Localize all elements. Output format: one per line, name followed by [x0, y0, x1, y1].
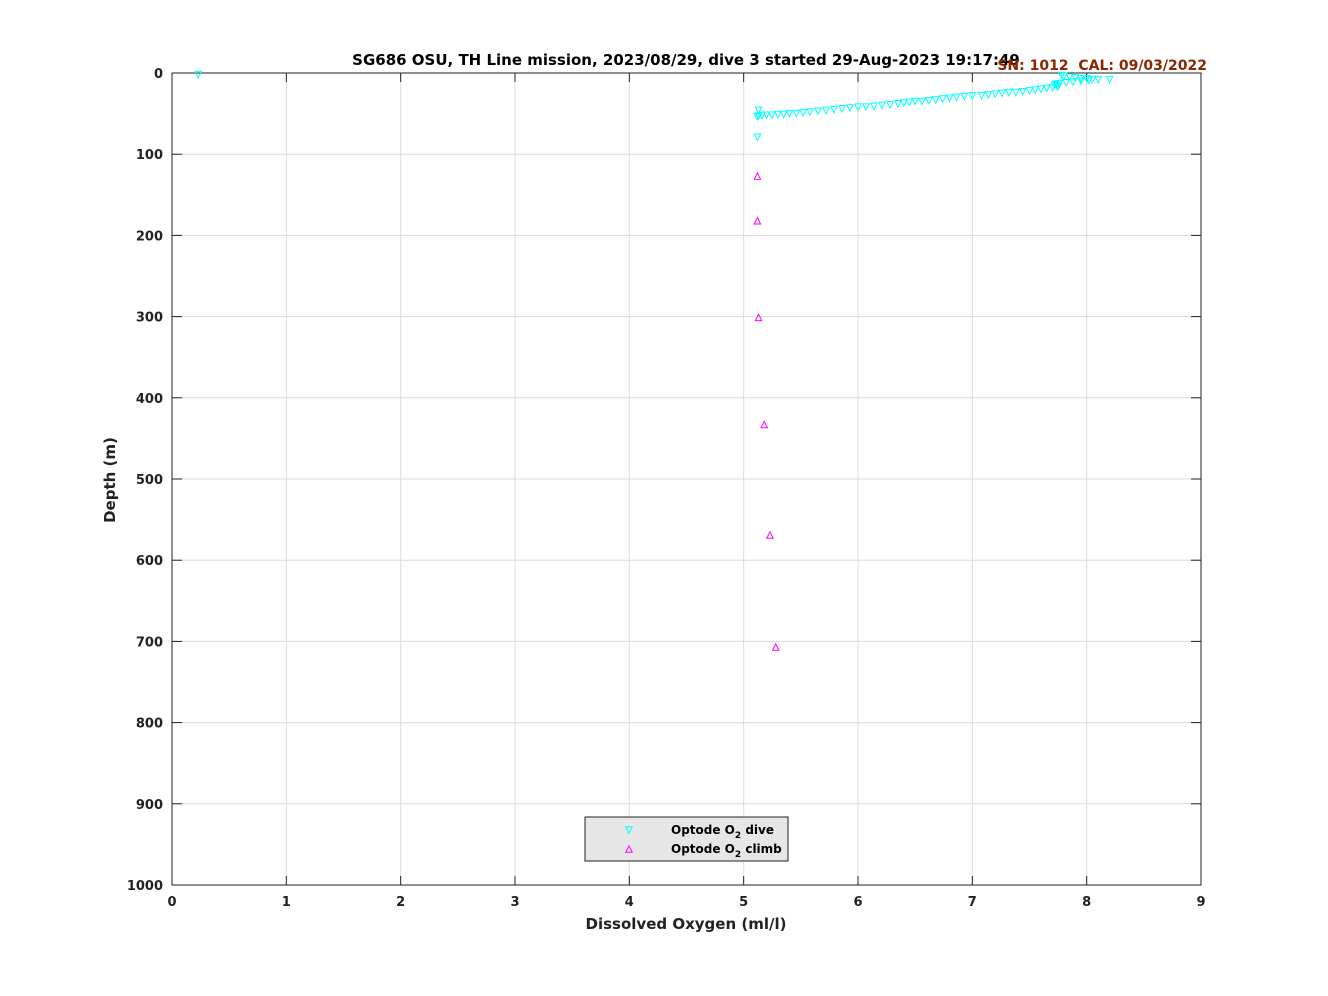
dive-data-point: [938, 95, 947, 104]
y-tick-label: 1000: [127, 879, 163, 894]
dive-data-point: [878, 101, 887, 110]
x-tick-label: 9: [1196, 895, 1205, 910]
dive-data-point: [194, 70, 203, 79]
dive-data-point: [1025, 87, 1034, 96]
dive-data-point: [918, 97, 927, 106]
dive-data-point: [894, 100, 903, 109]
grid: [171, 72, 1202, 886]
y-axis-label: Depth (m): [101, 437, 119, 523]
dive-data-point: [813, 107, 822, 116]
x-tick-label: 3: [510, 895, 519, 910]
climb-data-point: [771, 642, 780, 651]
dive-data-point: [821, 106, 830, 115]
y-tick-label: 400: [136, 392, 163, 407]
dive-data-point: [1105, 75, 1114, 84]
dive-data-point: [945, 94, 954, 103]
climb-data-point: [760, 420, 769, 429]
dive-data-point: [1011, 88, 1020, 97]
dive-data-point: [1094, 75, 1103, 84]
y-tick-label: 0: [154, 67, 163, 82]
dissolved-oxygen-chart: 0 1 2 3 4 5 6 7 8 9 0 100 200 300 400 500 600 700 800 900 10…: [101, 51, 1207, 933]
dive-data-point: [768, 111, 777, 120]
dive-data-point: [977, 92, 986, 101]
legend: Optode O2 diveOptode O2 climb: [584, 816, 789, 862]
axes: 0 1 2 3 4 5 6 7 8 9 0 100 200 300 400 500 600 700 800 900 10…: [127, 67, 1206, 910]
y-tick-label: 700: [136, 635, 163, 650]
x-tick-label: 8: [1082, 895, 1091, 910]
x-tick-label: 2: [396, 895, 405, 910]
y-tick-label: 800: [136, 717, 163, 732]
x-tick-label: 4: [625, 895, 634, 910]
y-tick-label: 900: [136, 798, 163, 813]
dive-data-point: [792, 109, 801, 118]
dive-data-point: [753, 133, 762, 142]
dive-data-point: [837, 105, 847, 114]
climb-data-point: [753, 216, 762, 225]
y-tick-label: 200: [136, 229, 163, 244]
x-tick-label: 6: [853, 895, 862, 910]
dive-data-point: [869, 102, 879, 111]
calibration-annotation: SN: 1012 CAL: 09/03/2022: [997, 58, 1207, 74]
climb-data-point: [765, 530, 774, 539]
x-axis-label: Dissolved Oxygen (ml/l): [586, 915, 787, 933]
dive-data-point: [1004, 88, 1013, 97]
y-tick-label: 300: [136, 311, 163, 326]
dive-data-point: [805, 108, 814, 117]
dive-data-point: [779, 110, 788, 119]
dive-data-point: [829, 105, 838, 114]
dive-data-point: [960, 92, 969, 101]
climb-data-point: [754, 313, 763, 322]
dive-data-point: [861, 103, 871, 112]
dive-data-point: [984, 91, 993, 100]
x-tick-label: 0: [167, 895, 176, 910]
dive-data-point: [991, 90, 1000, 99]
x-tick-label: 5: [739, 895, 748, 910]
y-tick-label: 600: [136, 554, 163, 569]
dive-data-point: [931, 96, 940, 105]
y-tick-label: 500: [136, 473, 163, 488]
dive-data-point: [998, 89, 1007, 98]
x-tick-label: 7: [968, 895, 977, 910]
dive-data-point: [886, 100, 895, 109]
dive-data-point: [845, 104, 855, 113]
dive-data-point: [799, 109, 808, 118]
dive-data-point: [1018, 87, 1027, 96]
data-points: [194, 70, 1114, 651]
chart-title: SG686 OSU, TH Line mission, 2023/08/29, …: [352, 51, 1020, 69]
y-tick-label: 100: [136, 148, 163, 163]
dive-data-point: [924, 96, 933, 105]
dive-data-point: [952, 93, 961, 102]
x-tick-label: 1: [282, 895, 291, 910]
dive-data-point: [1062, 79, 1071, 88]
climb-data-point: [753, 171, 762, 180]
